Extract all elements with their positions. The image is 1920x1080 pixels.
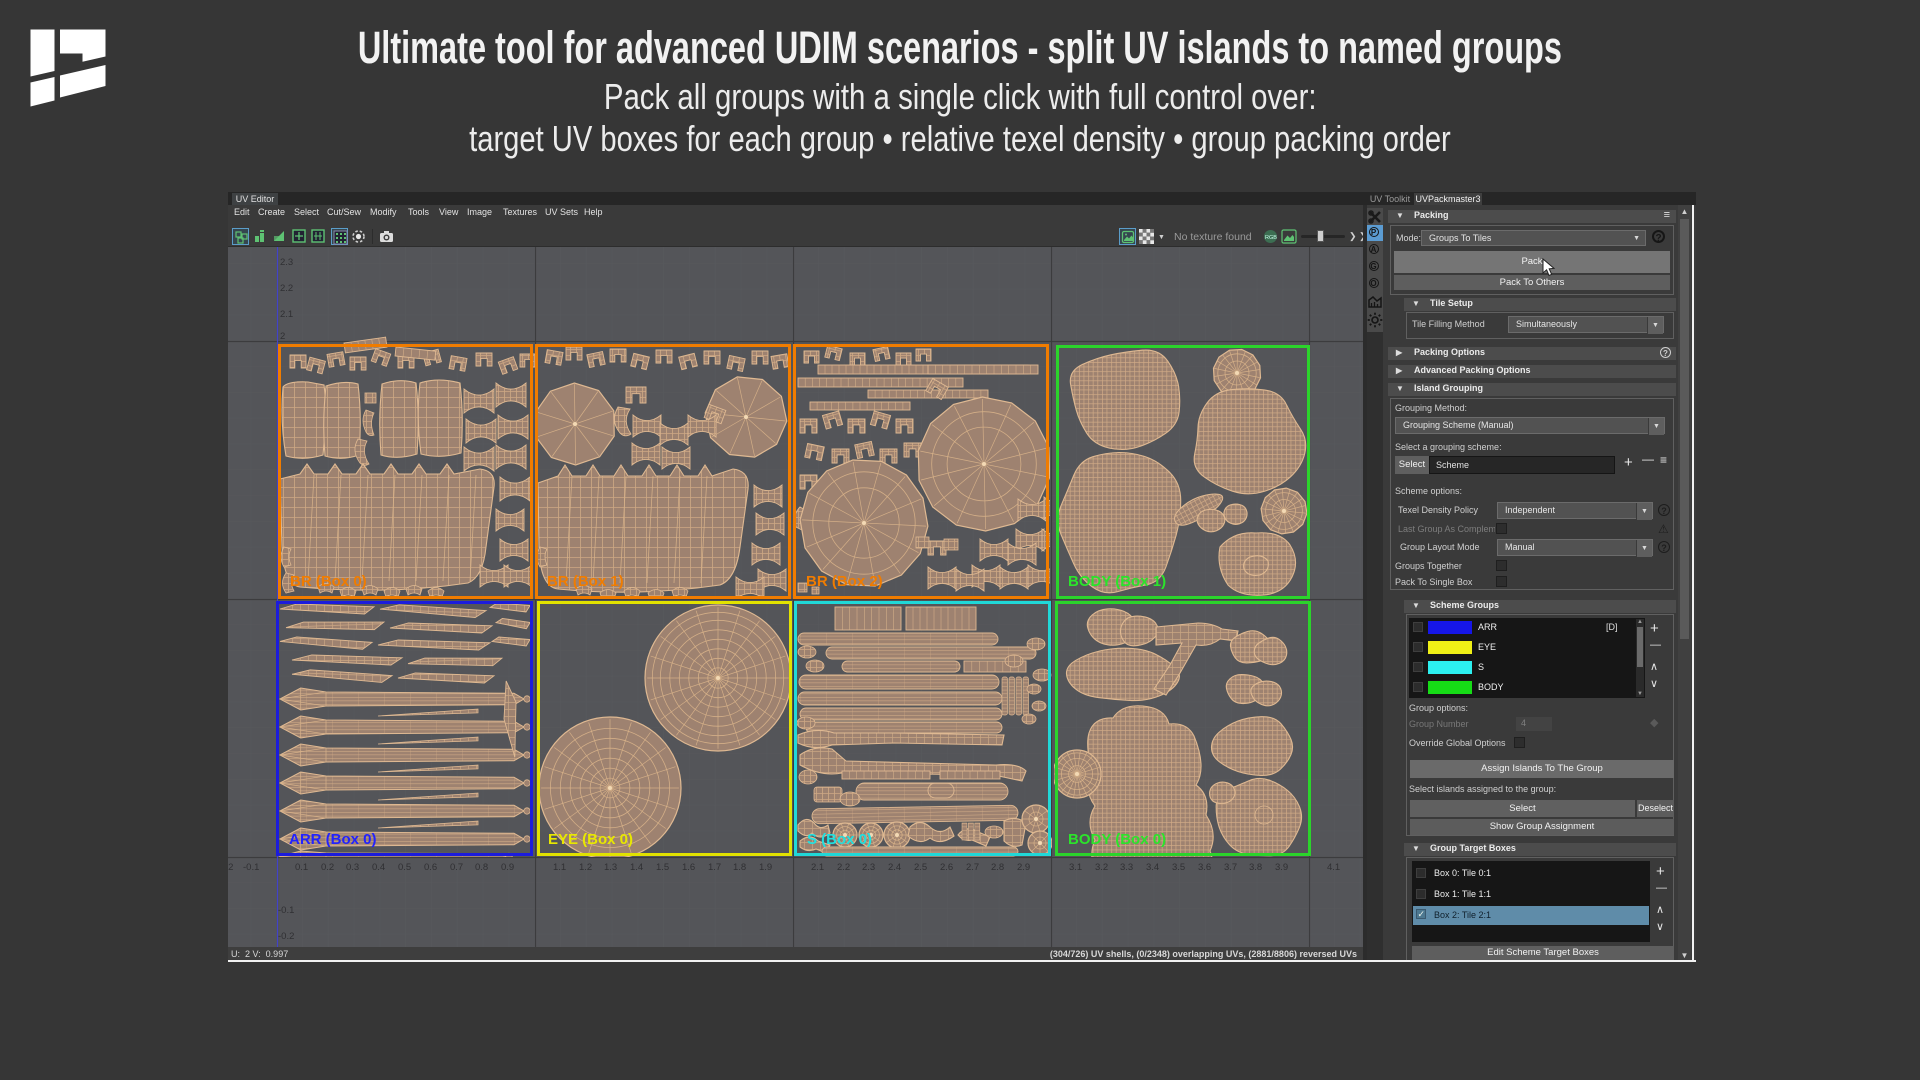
svg-text:2.9: 2.9 [1017,862,1030,873]
svg-text:-0.1: -0.1 [278,905,294,916]
svg-text:S (Box 0): S (Box 0) [807,831,872,848]
svg-text:2.5: 2.5 [914,862,927,873]
svg-text:-0.2: -0.2 [228,862,233,873]
svg-text:0.1: 0.1 [295,862,308,873]
svg-text:3.1: 3.1 [1069,862,1082,873]
svg-text:2.1: 2.1 [811,862,824,873]
svg-text:-0.2: -0.2 [278,931,294,942]
svg-text:1.4: 1.4 [630,862,643,873]
svg-text:0.6: 0.6 [424,862,437,873]
svg-text:0.9: 0.9 [501,862,514,873]
svg-text:2.1: 2.1 [280,309,293,320]
svg-text:1.3: 1.3 [604,862,617,873]
svg-text:1.7: 1.7 [708,862,721,873]
svg-text:2.2: 2.2 [280,283,293,294]
svg-text:2.3: 2.3 [862,862,875,873]
svg-text:1.9: 1.9 [759,862,772,873]
svg-text:2.8: 2.8 [991,862,1004,873]
svg-text:0.4: 0.4 [372,862,385,873]
svg-text:0.7: 0.7 [450,862,463,873]
svg-text:BR (Box 0): BR (Box 0) [290,573,367,590]
svg-text:1.8: 1.8 [733,862,746,873]
svg-text:1.2: 1.2 [579,862,592,873]
svg-text:-0.1: -0.1 [243,862,259,873]
svg-text:4.1: 4.1 [1327,862,1340,873]
svg-text:2.2: 2.2 [837,862,850,873]
svg-text:BR (Box 2): BR (Box 2) [806,573,883,590]
svg-text:0.5: 0.5 [398,862,411,873]
svg-text:1.1: 1.1 [553,862,566,873]
svg-text:2.7: 2.7 [966,862,979,873]
svg-text:3.4: 3.4 [1146,862,1159,873]
svg-text:1.6: 1.6 [682,862,695,873]
svg-text:2.3: 2.3 [280,257,293,268]
svg-text:BODY (Box 0): BODY (Box 0) [1068,831,1166,848]
svg-text:BODY (Box 1): BODY (Box 1) [1068,573,1166,590]
svg-text:0.8: 0.8 [475,862,488,873]
svg-text:EYE (Box 0): EYE (Box 0) [548,831,633,848]
svg-text:3.7: 3.7 [1224,862,1237,873]
svg-text:3.8: 3.8 [1249,862,1262,873]
svg-text:ARR (Box 0): ARR (Box 0) [289,831,377,848]
svg-text:1.5: 1.5 [656,862,669,873]
svg-text:3.3: 3.3 [1120,862,1133,873]
svg-text:3.9: 3.9 [1275,862,1288,873]
svg-text:3.6: 3.6 [1198,862,1211,873]
svg-text:3.2: 3.2 [1095,862,1108,873]
svg-text:2.4: 2.4 [888,862,901,873]
svg-text:3.5: 3.5 [1172,862,1185,873]
svg-text:0.3: 0.3 [346,862,359,873]
svg-text:2.6: 2.6 [940,862,953,873]
svg-text:2: 2 [280,331,285,342]
svg-text:BR (Box 1): BR (Box 1) [547,573,624,590]
svg-text:RGB: RGB [1265,235,1277,241]
svg-text:0.2: 0.2 [321,862,334,873]
